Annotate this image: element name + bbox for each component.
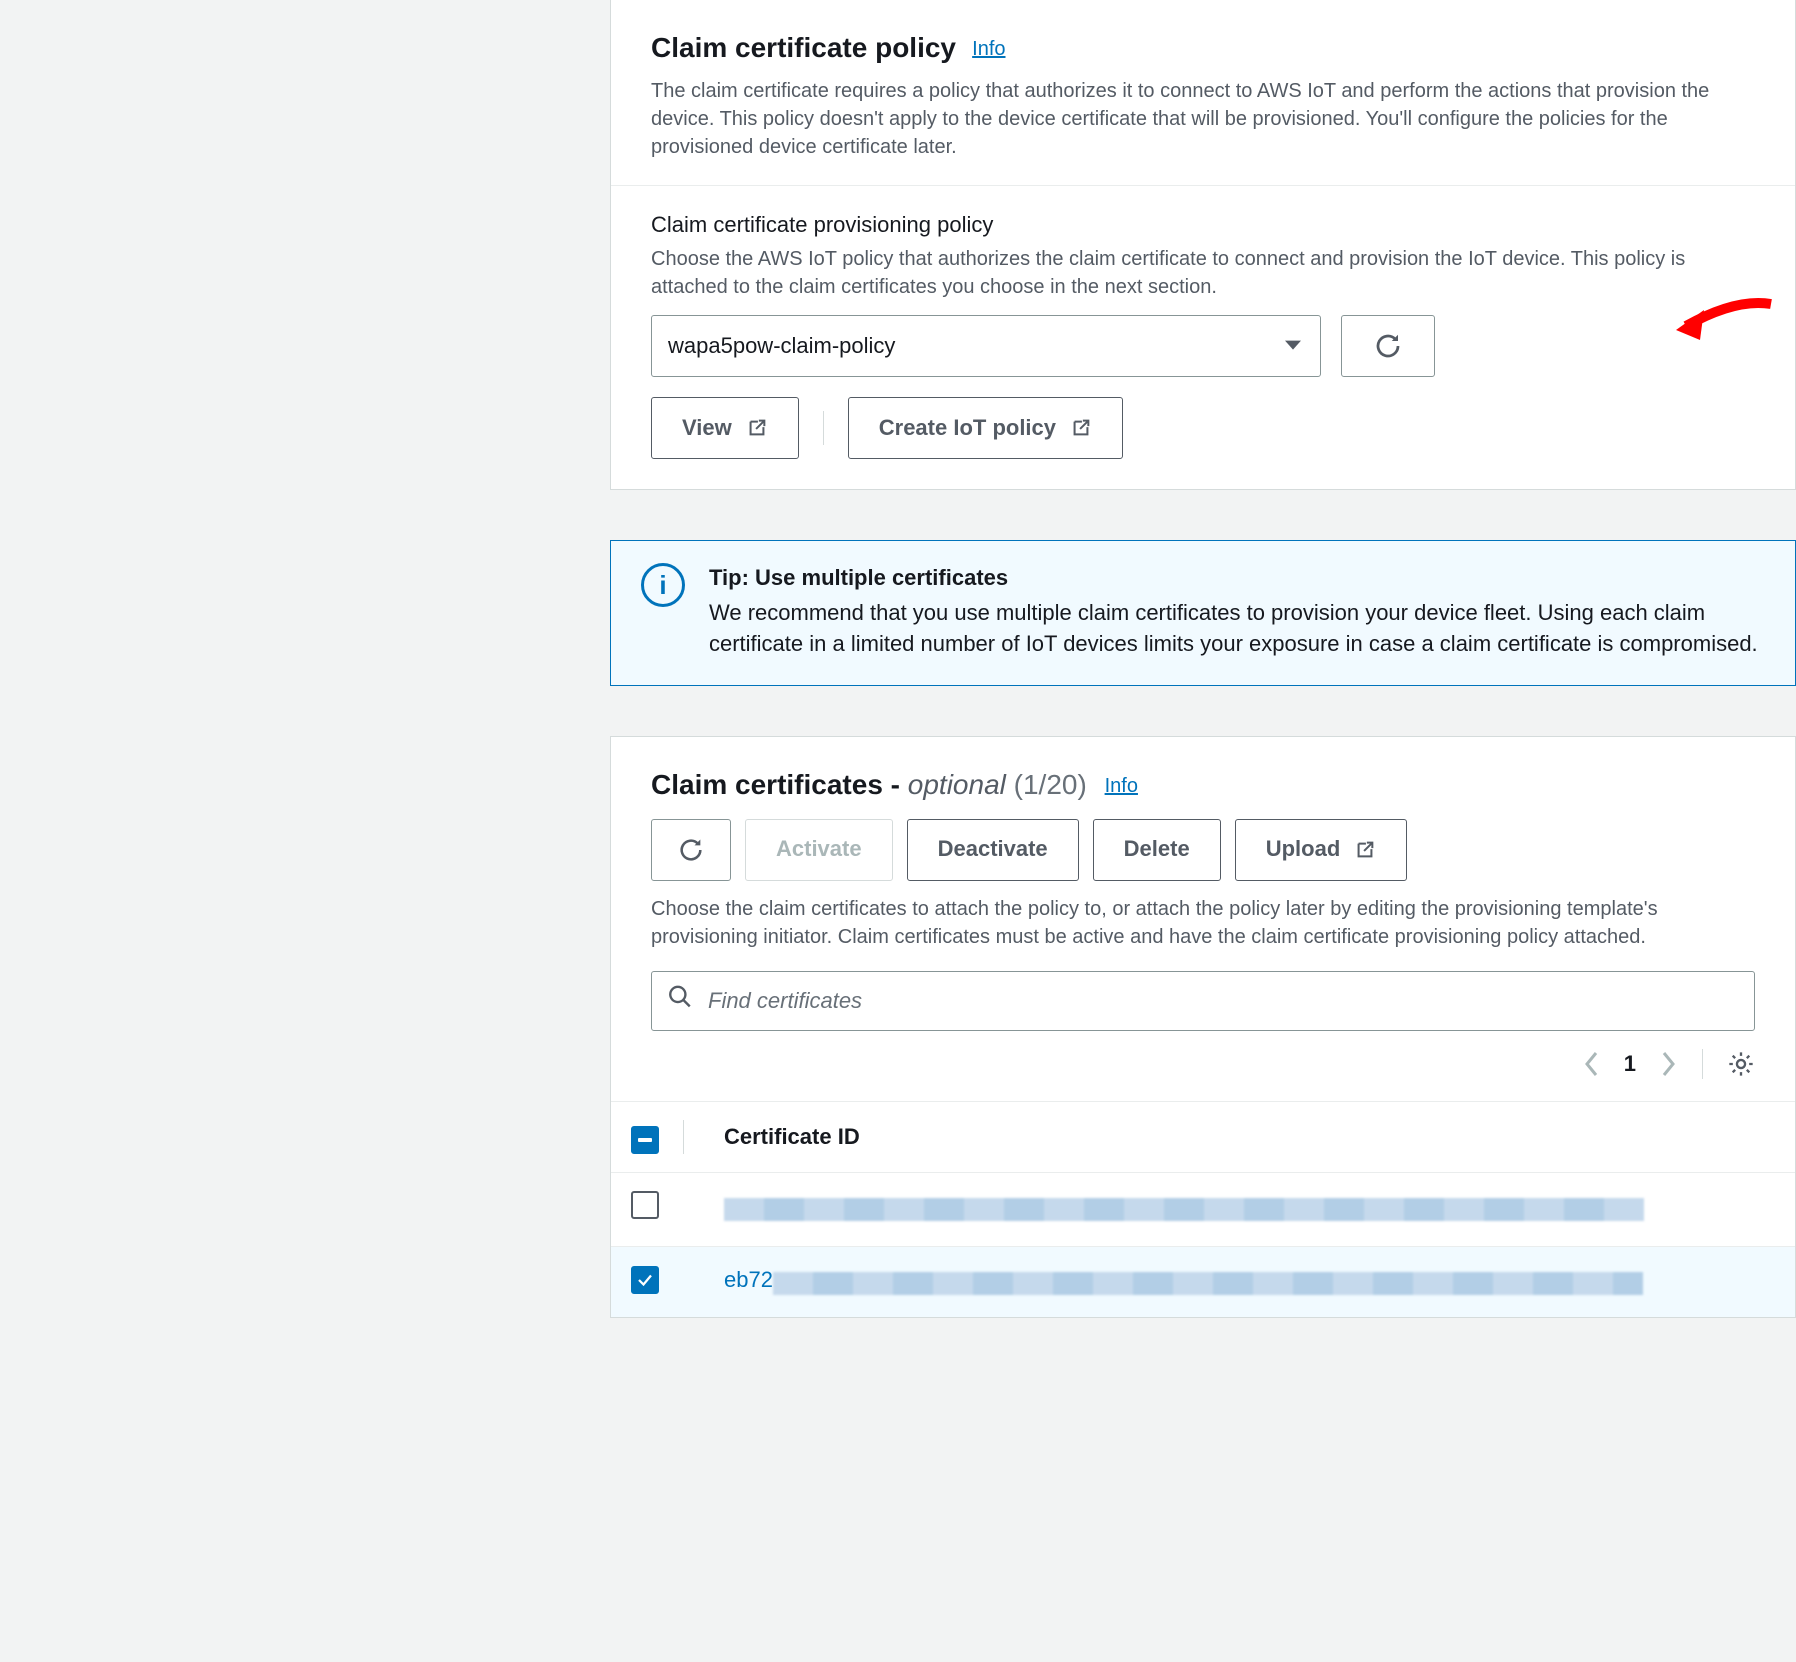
external-link-icon (746, 417, 768, 439)
upload-label: Upload (1266, 834, 1341, 865)
claim-policy-desc: The claim certificate requires a policy … (651, 77, 1755, 161)
refresh-certs-button[interactable] (651, 819, 731, 881)
view-button-label: View (682, 413, 732, 444)
certificates-table: Certificate ID xxxxxxxxxxxxxxxxxxxxxxxxx… (611, 1101, 1795, 1317)
search-icon (667, 983, 693, 1018)
tip-box: i Tip: Use multiple certificates We reco… (610, 540, 1796, 686)
provisioning-policy-hint: Choose the AWS IoT policy that authorize… (651, 245, 1755, 301)
provisioning-policy-label: Claim certificate provisioning policy (651, 210, 1755, 241)
cert-id-redacted: xxxxxxxxxxxxxxxxxxxxxxxxxxxxxxxxxxxxxxxx… (724, 1194, 1644, 1225)
claim-policy-panel: Claim certificate policy Info The claim … (610, 0, 1796, 490)
info-icon: i (641, 563, 685, 607)
select-all-checkbox[interactable] (631, 1126, 659, 1154)
prev-page-button[interactable] (1582, 1049, 1600, 1079)
chevron-down-icon (1283, 331, 1303, 362)
row-checkbox[interactable] (631, 1266, 659, 1294)
row-checkbox[interactable] (631, 1191, 659, 1219)
create-iot-policy-button[interactable]: Create IoT policy (848, 397, 1123, 459)
external-link-icon (1354, 839, 1376, 861)
cert-id-column-header[interactable]: Certificate ID (704, 1102, 1795, 1173)
cert-id-link[interactable]: eb72 (724, 1267, 773, 1292)
delete-label: Delete (1124, 834, 1190, 865)
external-link-icon (1070, 417, 1092, 439)
search-input[interactable] (651, 971, 1755, 1031)
deactivate-button[interactable]: Deactivate (907, 819, 1079, 881)
claim-certs-title-optional: optional (908, 769, 1006, 800)
delete-button[interactable]: Delete (1093, 819, 1221, 881)
deactivate-label: Deactivate (938, 834, 1048, 865)
policy-select[interactable]: wapa5pow-claim-policy (651, 315, 1321, 377)
upload-button[interactable]: Upload (1235, 819, 1408, 881)
cert-id-redacted: xxxxxxxxxxxxxxxxxxxxxxxxxxxxxxxxxxxxxxxx… (773, 1268, 1643, 1299)
activate-label: Activate (776, 834, 862, 865)
claim-certs-info-link[interactable]: Info (1105, 775, 1138, 797)
button-divider (823, 411, 824, 445)
refresh-icon (677, 836, 705, 864)
activate-button: Activate (745, 819, 893, 881)
claim-certs-title: Claim certificates - optional (1/20) (651, 769, 1095, 800)
tip-title: Tip: Use multiple certificates (709, 563, 1765, 594)
next-page-button[interactable] (1660, 1049, 1678, 1079)
refresh-icon (1373, 331, 1403, 361)
claim-policy-title: Claim certificate policy (651, 32, 956, 63)
claim-policy-info-link[interactable]: Info (972, 38, 1005, 60)
pager-divider (1702, 1049, 1703, 1079)
tip-body: We recommend that you use multiple claim… (709, 598, 1765, 660)
refresh-policy-button[interactable] (1341, 315, 1435, 377)
claim-certificates-panel: Claim certificates - optional (1/20) Inf… (610, 736, 1796, 1318)
view-policy-button[interactable]: View (651, 397, 799, 459)
page-number: 1 (1624, 1049, 1636, 1080)
settings-button[interactable] (1727, 1050, 1755, 1078)
policy-select-value: wapa5pow-claim-policy (668, 331, 895, 362)
claim-certs-desc: Choose the claim certificates to attach … (651, 895, 1755, 951)
claim-certs-count: (1/20) (1014, 769, 1087, 800)
claim-certs-title-main: Claim certificates - (651, 769, 900, 800)
table-row[interactable]: xxxxxxxxxxxxxxxxxxxxxxxxxxxxxxxxxxxxxxxx… (611, 1173, 1795, 1247)
create-button-label: Create IoT policy (879, 413, 1056, 444)
table-row[interactable]: eb72 xxxxxxxxxxxxxxxxxxxxxxxxxxxxxxxxxxx… (611, 1247, 1795, 1317)
